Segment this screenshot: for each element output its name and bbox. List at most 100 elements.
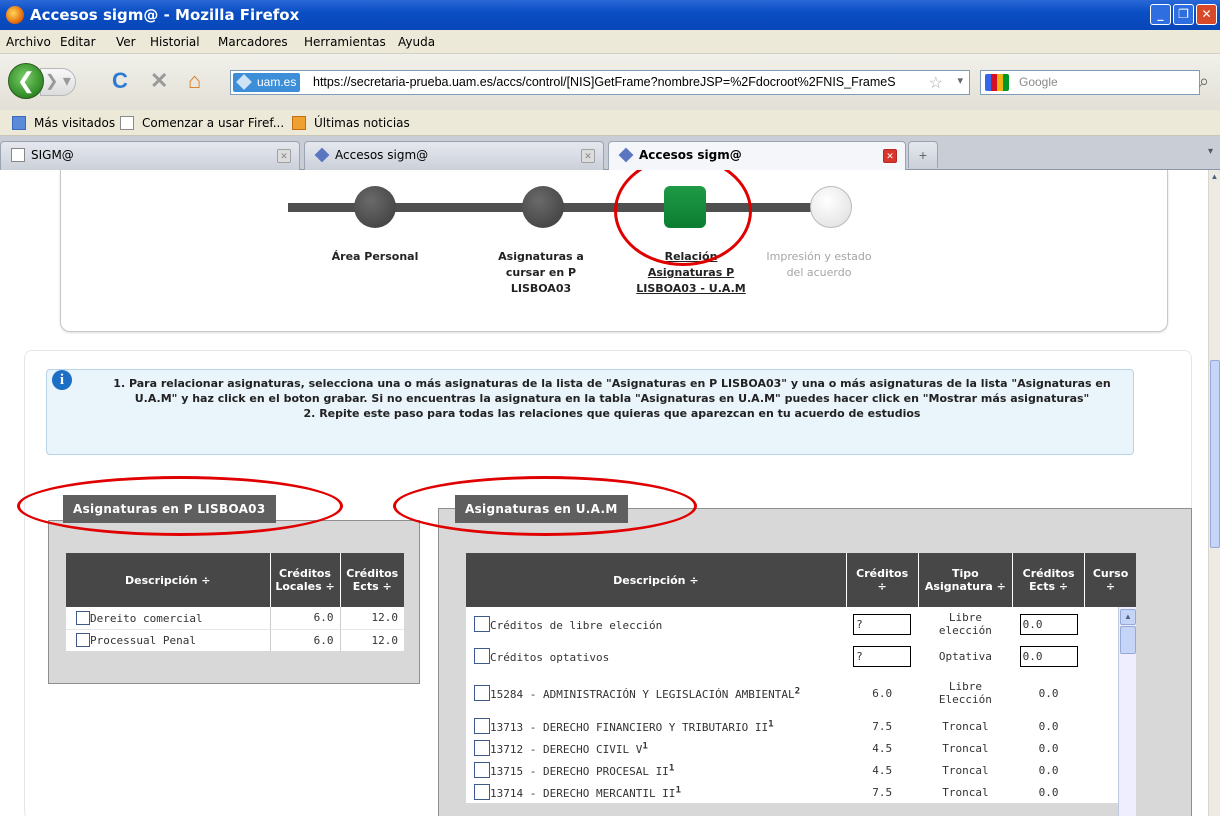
maximize-button[interactable]: ❐ [1173,4,1194,25]
step-4-dot [810,186,852,228]
table-scrollbar[interactable]: ▲ [1118,607,1136,816]
ects-input[interactable]: 0.0 [1019,645,1078,667]
tab-accesos-active[interactable]: Accesos sigm@ ✕ [608,141,906,171]
ects-input[interactable]: 0.0 [1019,613,1078,635]
row-checkbox[interactable] [76,633,90,648]
tab-accesos-1[interactable]: Accesos sigm@ ✕ [304,141,604,170]
tipo-asignatura: Troncal [942,785,989,799]
scroll-up-icon[interactable]: ▲ [1209,172,1220,184]
creditos: 4.5 [872,741,893,755]
row-checkbox[interactable] [474,740,490,756]
info-line-2: 2. Repite este paso para todas las relac… [303,407,921,420]
home-icon[interactable]: ⌂ [188,70,201,92]
menu-marcadores[interactable]: Marcadores [218,35,288,49]
row-checkbox[interactable] [76,610,90,625]
creditos-locales: 6.0 [270,629,341,651]
footnote-marker: 1 [668,762,675,774]
scroll-thumb[interactable] [1210,360,1220,548]
tipo-asignatura: Optativa [938,649,992,663]
bookmark-latest-news[interactable]: Últimas noticias [314,116,410,130]
creditos-locales: 6.0 [270,607,341,630]
reload-icon[interactable]: C [112,70,128,92]
subject-description: 13715 - DERECHO PROCESAL II [490,765,669,778]
left-subjects-table: Descripción ÷ Créditos Locales ÷ Crédito… [66,553,404,651]
row-checkbox[interactable] [474,685,490,701]
close-tab-icon[interactable]: ✕ [277,149,291,163]
ects: 0.0 [1038,785,1059,799]
url-text[interactable]: https://secretaria-prueba.uam.es/accs/co… [313,75,923,89]
header-tipo-asignatura[interactable]: Tipo Asignatura ÷ [918,553,1014,607]
tab-label: SIGM@ [31,148,74,162]
stop-icon[interactable]: ✕ [150,70,168,92]
bookmark-getting-started[interactable]: Comenzar a usar Firef... [142,116,284,130]
search-placeholder: Google [1019,75,1058,89]
subject-description: Dereito comercial [90,611,203,625]
most-visited-icon [12,116,26,130]
footnote-marker: 2 [794,685,801,697]
sigma-favicon-icon [618,147,634,163]
ects: 0.0 [1038,763,1059,777]
step-4-label: Impresión y estado del acuerdo [766,250,872,279]
table-row: 13713 - DERECHO FINANCIERO Y TRIBUTARIO … [466,715,1136,737]
tab-list-arrow-icon[interactable]: ▾ [1208,146,1213,157]
info-line-1: 1. Para relacionar asignaturas, seleccio… [113,377,1111,405]
creditos: 6.0 [872,686,893,700]
close-window-button[interactable]: ✕ [1196,4,1217,25]
creditos: 7.5 [872,785,893,799]
creditos-input[interactable]: ? [853,645,912,667]
url-dropdown-icon[interactable]: ▾ [957,74,963,87]
ects: 0.0 [1038,741,1059,755]
row-checkbox[interactable] [474,718,490,734]
menu-bar: Archivo Editar Ver Historial Marcadores … [0,30,1220,54]
close-tab-icon[interactable]: ✕ [883,149,897,163]
step-1-label[interactable]: Área Personal [320,249,430,265]
site-identity-badge[interactable]: uam.es [233,73,301,92]
new-tab-button[interactable]: + [908,141,938,168]
bookmark-star-icon[interactable]: ☆ [929,73,943,93]
header-curso[interactable]: Curso ÷ [1084,553,1136,607]
menu-editar[interactable]: Editar [60,35,96,49]
menu-archivo[interactable]: Archivo [6,35,51,49]
subject-description: Créditos de libre elección [490,619,663,632]
creditos: 4.5 [872,763,893,777]
menu-historial[interactable]: Historial [150,35,200,49]
rss-icon [292,116,306,130]
search-box[interactable]: Google [980,70,1200,95]
creditos-ects: 12.0 [340,607,404,630]
row-checkbox[interactable] [474,648,490,664]
menu-ayuda[interactable]: Ayuda [398,35,435,49]
scroll-thumb[interactable] [1120,626,1136,654]
ects: 0.0 [1038,686,1059,700]
page-scrollbar[interactable]: ▲ [1208,170,1220,816]
menu-herramientas[interactable]: Herramientas [304,35,386,49]
menu-ver[interactable]: Ver [116,35,136,49]
step-1-dot [354,186,396,228]
google-engine-icon[interactable] [985,74,1009,91]
minimize-button[interactable]: _ [1150,4,1171,25]
forward-button[interactable]: ❯ ▾ [40,68,76,96]
table-row: Processual Penal 6.0 12.0 [66,629,404,651]
tipo-asignatura: Libre Elección [938,680,992,706]
url-bar[interactable]: uam.es https://secretaria-prueba.uam.es/… [230,70,970,95]
header-creditos-ects[interactable]: Créditos Ects ÷ [1012,553,1086,607]
search-icon[interactable]: ⌕ [1199,71,1209,92]
row-checkbox[interactable] [474,762,490,778]
footnote-marker: 1 [768,718,774,730]
tab-sigma[interactable]: SIGM@ ✕ [0,141,300,170]
row-checkbox[interactable] [474,616,490,632]
step-2-label[interactable]: Asignaturas a cursar en P LISBOA03 [486,249,596,297]
back-button[interactable]: ❮ [8,63,44,99]
tab-label: Accesos sigm@ [335,148,429,162]
header-descripcion[interactable]: Descripción ÷ [66,553,271,607]
bookmark-most-visited[interactable]: Más visitados [34,116,115,130]
table-row: 13712 - DERECHO CIVIL V1 4.5 Troncal 0.0… [466,737,1136,759]
scroll-up-icon[interactable]: ▲ [1120,609,1136,625]
creditos-input[interactable]: ? [853,613,912,635]
header-creditos-ects[interactable]: Créditos Ects ÷ [340,553,404,607]
header-descripcion[interactable]: Descripción ÷ [466,553,847,607]
header-creditos[interactable]: Créditos ÷ [846,553,919,607]
row-checkbox[interactable] [474,784,490,800]
header-creditos-locales[interactable]: Créditos Locales ÷ [270,553,341,607]
close-tab-icon[interactable]: ✕ [581,149,595,163]
table-row: Créditos optativos ? Optativa 0.0 - [466,641,1136,671]
